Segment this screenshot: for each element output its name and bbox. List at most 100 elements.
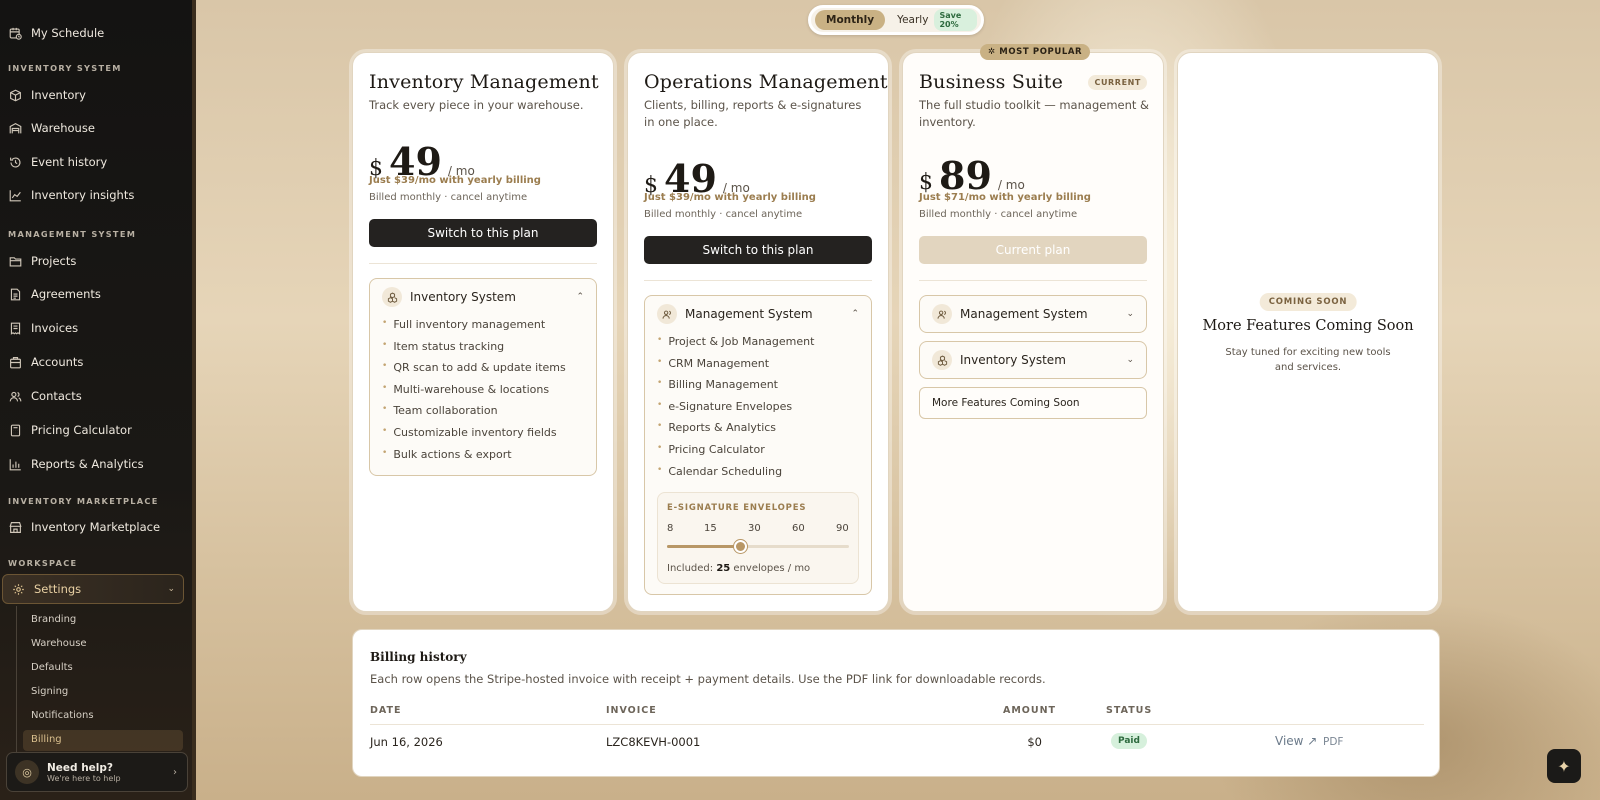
help-lifebuoy-icon: ◎ — [15, 760, 39, 784]
sidebar-item-label: Event history — [31, 155, 108, 169]
chevron-up-icon: ⌃ — [576, 292, 584, 302]
sidebar-item-my-schedule[interactable]: My Schedule — [0, 18, 192, 48]
submenu-item-defaults[interactable]: Defaults — [31, 662, 73, 673]
plan-card-operations: Operations Management Clients, billing, … — [627, 52, 889, 612]
sidebar-item-invoices[interactable]: Invoices — [0, 313, 192, 343]
sidebar-item-contacts[interactable]: Contacts — [0, 381, 192, 411]
feature-item: • Project & Job Management — [657, 335, 815, 348]
submenu-item-billing[interactable]: Billing — [31, 734, 62, 745]
billing-history-title: Billing history — [370, 650, 467, 664]
switch-plan-button[interactable]: Switch to this plan — [644, 236, 872, 264]
row-invoice: LZC8KEVH-0001 — [606, 735, 701, 749]
sidebar-item-label: Inventory insights — [31, 188, 135, 202]
sidebar-item-label: Warehouse — [31, 121, 95, 135]
sidebar: My Schedule INVENTORY SYSTEM Inventory W… — [0, 0, 196, 800]
current-badge: CURRENT — [1088, 75, 1147, 90]
row-amount: $0 — [1027, 735, 1042, 749]
plan-description: Clients, billing, reports & e-signatures… — [644, 98, 862, 129]
feature-item: • Full inventory management — [382, 318, 546, 331]
accordion-header[interactable]: Inventory System ⌃ — [370, 279, 596, 315]
plan-description: Track every piece in your warehouse. — [369, 98, 584, 112]
calculator-icon — [8, 423, 22, 437]
sidebar-item-event-history[interactable]: Event history — [0, 147, 192, 177]
building-icon — [8, 355, 22, 369]
sidebar-item-inventory-insights[interactable]: Inventory insights — [0, 180, 192, 210]
plan-description: The full studio toolkit — management & i… — [919, 98, 1150, 129]
column-header-status: STATUS — [1106, 705, 1153, 716]
save-badge: Save 20% — [934, 9, 977, 31]
sidebar-item-label: Settings — [34, 582, 82, 596]
sidebar-item-projects[interactable]: Projects — [0, 246, 192, 276]
sparkle-assistant-button[interactable]: ✦ — [1547, 749, 1581, 783]
settings-submenu: Branding Warehouse Defaults Signing Noti… — [16, 606, 186, 752]
calendar-clock-icon — [8, 26, 22, 40]
billing-note: Billed monthly · cancel anytime — [644, 209, 803, 220]
accordion-header[interactable]: Inventory System ⌄ — [920, 342, 1146, 378]
sidebar-section-heading: MANAGEMENT SYSTEM — [8, 229, 137, 239]
submenu-item-notifications[interactable]: Notifications — [31, 710, 94, 721]
coming-soon-description: Stay tuned for exciting new tools and se… — [1225, 347, 1391, 373]
billing-history-panel: Billing history Each row opens the Strip… — [352, 629, 1440, 777]
accordion-header[interactable]: Management System ⌄ — [920, 296, 1146, 332]
plan-title: Business Suite — [919, 71, 1064, 93]
feature-accordion: Management System ⌃ • Project & Job Manag… — [644, 295, 872, 595]
accordion-title: Inventory System — [960, 353, 1066, 367]
sidebar-item-settings[interactable]: Settings ⌄ — [2, 574, 184, 604]
chevron-down-icon: ⌄ — [167, 584, 175, 594]
sidebar-item-agreements[interactable]: Agreements — [0, 279, 192, 309]
column-header-amount: AMOUNT — [1003, 705, 1057, 716]
sidebar-item-inventory-marketplace[interactable]: Inventory Marketplace — [0, 512, 192, 542]
switch-plan-button[interactable]: Switch to this plan — [369, 219, 597, 247]
feature-accordion: Inventory System ⌃ • Full inventory manag… — [369, 278, 597, 476]
accordion-title: Inventory System — [410, 290, 516, 304]
slider-tick: 90 — [836, 523, 849, 534]
column-header-date: DATE — [370, 705, 402, 716]
submenu-item-branding[interactable]: Branding — [31, 614, 76, 625]
sidebar-item-warehouse[interactable]: Warehouse — [0, 113, 192, 143]
sidebar-item-accounts[interactable]: Accounts — [0, 347, 192, 377]
feature-item: • Billing Management — [657, 378, 778, 392]
coming-soon-badge: COMING SOON — [1259, 293, 1357, 311]
billing-note: Billed monthly · cancel anytime — [919, 209, 1078, 220]
bar-chart-icon — [8, 457, 22, 471]
submenu-item-warehouse[interactable]: Warehouse — [31, 638, 87, 649]
help-title: Need help? — [47, 761, 114, 774]
yearly-option[interactable]: Yearly — [897, 14, 928, 26]
view-invoice-link[interactable]: View ↗ — [1275, 734, 1317, 748]
accordion-title: Management System — [685, 307, 813, 321]
feature-item: • Team collaboration — [382, 404, 498, 418]
sidebar-item-pricing-calculator[interactable]: Pricing Calculator — [0, 415, 192, 445]
sidebar-item-label: Contacts — [31, 389, 82, 403]
submenu-item-signing[interactable]: Signing — [31, 686, 68, 697]
monthly-option[interactable]: Monthly — [815, 10, 886, 30]
accordion-header[interactable]: Management System ⌃ — [645, 296, 871, 332]
sidebar-item-label: Inventory Marketplace — [31, 520, 161, 534]
sidebar-item-inventory[interactable]: Inventory — [0, 80, 192, 110]
help-card[interactable]: ◎ Need help? We're here to help › — [6, 752, 188, 792]
slider-track[interactable] — [667, 540, 849, 553]
feature-accordion-collapsed: Inventory System ⌄ — [919, 341, 1147, 379]
slider-handle[interactable] — [734, 540, 747, 553]
most-popular-badge: ✲ MOST POPULAR — [980, 44, 1091, 60]
sidebar-item-label: Accounts — [31, 355, 84, 369]
included-envelopes: Included: 25 envelopes / mo — [667, 563, 811, 574]
feature-item: • Bulk actions & export — [382, 447, 512, 461]
store-icon — [8, 520, 22, 534]
box-icon — [8, 88, 22, 102]
coming-soon-title: More Features Coming Soon — [1202, 318, 1414, 334]
pdf-link[interactable]: PDF — [1323, 736, 1343, 748]
envelope-label: E-SIGNATURE ENVELOPES — [667, 503, 807, 513]
sidebar-item-reports[interactable]: Reports & Analytics — [0, 449, 192, 479]
divider — [919, 280, 1147, 281]
sidebar-item-label: Agreements — [31, 287, 101, 301]
feature-item: • Customizable inventory fields — [382, 425, 557, 439]
sidebar-item-label: Projects — [31, 254, 77, 268]
current-plan-button[interactable]: Current plan — [919, 236, 1147, 264]
sidebar-item-label: My Schedule — [31, 26, 105, 40]
chevron-down-icon: ⌄ — [1126, 309, 1134, 319]
sidebar-section-heading: WORKSPACE — [8, 558, 78, 568]
feature-item: • CRM Management — [657, 356, 770, 370]
sidebar-section-heading: INVENTORY MARKETPLACE — [8, 496, 159, 506]
receipt-icon — [8, 321, 22, 335]
more-features-box: More Features Coming Soon — [919, 387, 1147, 419]
